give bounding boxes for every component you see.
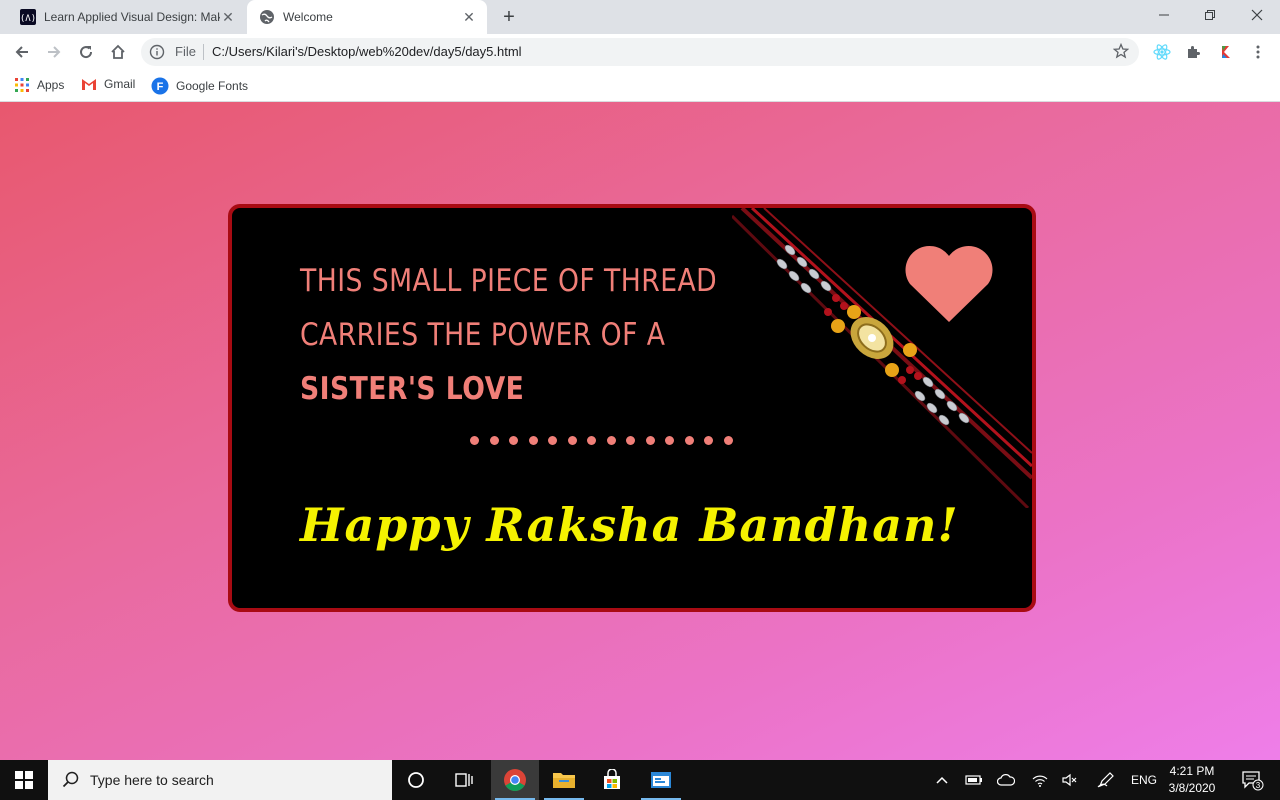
- divider-dot: [606, 436, 616, 445]
- tab-freecodecamp[interactable]: (Λ) Learn Applied Visual Design: Mak ✕: [8, 0, 246, 34]
- divider-dot: [704, 436, 713, 445]
- start-button[interactable]: [0, 760, 48, 800]
- react-devtools-icon[interactable]: [1152, 42, 1172, 62]
- taskbar-search[interactable]: Type here to search: [48, 760, 392, 800]
- divider-dot: [489, 436, 499, 445]
- new-tab-button[interactable]: +: [497, 5, 521, 29]
- info-icon[interactable]: [149, 44, 165, 65]
- show-hidden-icons-button[interactable]: [930, 760, 954, 800]
- arrow-right-icon: [48, 46, 61, 58]
- greeting-card: THIS SMALL PIECE OF THREAD CARRIES THE P…: [228, 204, 1036, 612]
- cortana-button[interactable]: [392, 760, 440, 800]
- chrome-icon: [504, 769, 526, 791]
- google-fonts-icon: F: [151, 77, 169, 95]
- close-tab-icon[interactable]: ✕: [220, 9, 236, 25]
- quote-text: THIS SMALL PIECE OF THREAD CARRIES THE P…: [300, 254, 718, 416]
- extensions-puzzle-icon[interactable]: [1184, 42, 1204, 62]
- cortana-circle-icon: [408, 772, 424, 788]
- volume-muted-icon[interactable]: [1058, 760, 1082, 800]
- divider: [203, 44, 204, 60]
- reload-icon: [80, 46, 93, 59]
- address-bar[interactable]: File C:/Users/Kilari's/Desktop/web%20dev…: [141, 38, 1139, 66]
- svg-text:(Λ): (Λ): [20, 14, 36, 24]
- profile-extension-icon[interactable]: [1216, 42, 1236, 62]
- tab-welcome[interactable]: Welcome ✕: [247, 0, 487, 34]
- onedrive-icon[interactable]: [994, 760, 1018, 800]
- pen-workspace-icon[interactable]: [1094, 760, 1118, 800]
- globe-icon: [259, 9, 275, 25]
- close-window-button[interactable]: [1234, 0, 1280, 30]
- windows-logo-icon: [15, 771, 33, 789]
- divider-dot: [509, 436, 518, 445]
- quote-line: THIS SMALL PIECE OF THREAD: [300, 263, 718, 299]
- notification-icon: 3: [1242, 771, 1264, 791]
- bookmark-label: Gmail: [104, 77, 136, 91]
- quote-line: SISTER'S LOVE: [300, 371, 525, 407]
- svg-text:F: F: [157, 81, 164, 93]
- page-viewport: THIS SMALL PIECE OF THREAD CARRIES THE P…: [0, 102, 1280, 760]
- divider-dot: [723, 436, 733, 445]
- menu-kebab-icon[interactable]: [1248, 42, 1268, 62]
- divider-dot: [587, 436, 596, 445]
- bookmark-gmail[interactable]: Gmail: [81, 77, 135, 91]
- divider-dot: [665, 436, 674, 445]
- freecodecamp-icon: (Λ): [20, 9, 36, 25]
- apps-grid-icon: [14, 77, 30, 93]
- windows-taskbar: Type here to search ENG 4:21 PM 3/8/2020…: [0, 760, 1280, 800]
- bookmark-google-fonts[interactable]: F Google Fonts: [151, 77, 248, 95]
- divider-dot: [645, 436, 655, 445]
- divider-dot: [528, 436, 538, 445]
- notification-count: 3: [1256, 781, 1261, 790]
- clock-date: 3/8/2020: [1168, 781, 1216, 795]
- dot-divider: [470, 436, 733, 445]
- divider-dot: [470, 436, 479, 445]
- divider-dot: [567, 436, 577, 445]
- task-view-button[interactable]: [440, 760, 488, 800]
- tab-strip: (Λ) Learn Applied Visual Design: Mak ✕ W…: [0, 0, 1280, 34]
- url-text[interactable]: C:/Users/Kilari's/Desktop/web%20dev/day5…: [212, 44, 522, 59]
- language-indicator[interactable]: ENG: [1128, 760, 1160, 800]
- bookmark-label: Apps: [37, 78, 65, 92]
- reload-button[interactable]: [72, 38, 100, 66]
- bookmark-label: Google Fonts: [176, 79, 249, 93]
- divider-dot: [626, 436, 635, 445]
- search-placeholder: Type here to search: [90, 772, 214, 788]
- quote-line: CARRIES THE POWER OF A: [300, 317, 666, 353]
- home-icon: [111, 44, 125, 59]
- home-button[interactable]: [104, 38, 132, 66]
- search-icon: [62, 771, 80, 789]
- wifi-icon[interactable]: [1028, 760, 1052, 800]
- bookmark-apps[interactable]: Apps: [14, 77, 64, 93]
- taskbar-file-explorer[interactable]: [540, 760, 588, 800]
- taskbar-app[interactable]: [637, 760, 685, 800]
- tab-title: Learn Applied Visual Design: Mak: [44, 10, 220, 24]
- window-app-icon: [651, 772, 671, 788]
- clock-time: 4:21 PM: [1169, 764, 1215, 778]
- restore-button[interactable]: [1187, 0, 1233, 30]
- scheme-label: File: [175, 44, 196, 59]
- chevron-up-icon: [936, 776, 948, 784]
- folder-icon: [553, 773, 575, 788]
- close-tab-icon[interactable]: ✕: [461, 9, 477, 25]
- greeting-text: Happy Raksha Bandhan!: [300, 498, 959, 552]
- minimize-button[interactable]: [1141, 0, 1187, 30]
- task-view-icon: [455, 773, 473, 787]
- forward-button[interactable]: [40, 38, 68, 66]
- divider-dot: [684, 436, 694, 445]
- action-center-button[interactable]: 3: [1232, 760, 1272, 800]
- taskbar-store[interactable]: [588, 760, 636, 800]
- gmail-icon: [81, 77, 97, 91]
- taskbar-chrome[interactable]: [491, 760, 539, 800]
- battery-icon[interactable]: [962, 760, 986, 800]
- bookmark-star-icon[interactable]: [1112, 42, 1130, 64]
- bookmarks-bar: Apps Gmail F Google Fonts: [0, 70, 1280, 102]
- back-button[interactable]: [8, 38, 36, 66]
- browser-toolbar: File C:/Users/Kilari's/Desktop/web%20dev…: [0, 34, 1280, 70]
- clock[interactable]: 4:21 PM 3/8/2020: [1160, 763, 1224, 797]
- arrow-left-icon: [15, 46, 28, 58]
- store-bag-icon: [604, 769, 620, 789]
- heart-icon: [905, 245, 993, 322]
- divider-dot: [548, 436, 557, 445]
- tab-title: Welcome: [283, 10, 333, 24]
